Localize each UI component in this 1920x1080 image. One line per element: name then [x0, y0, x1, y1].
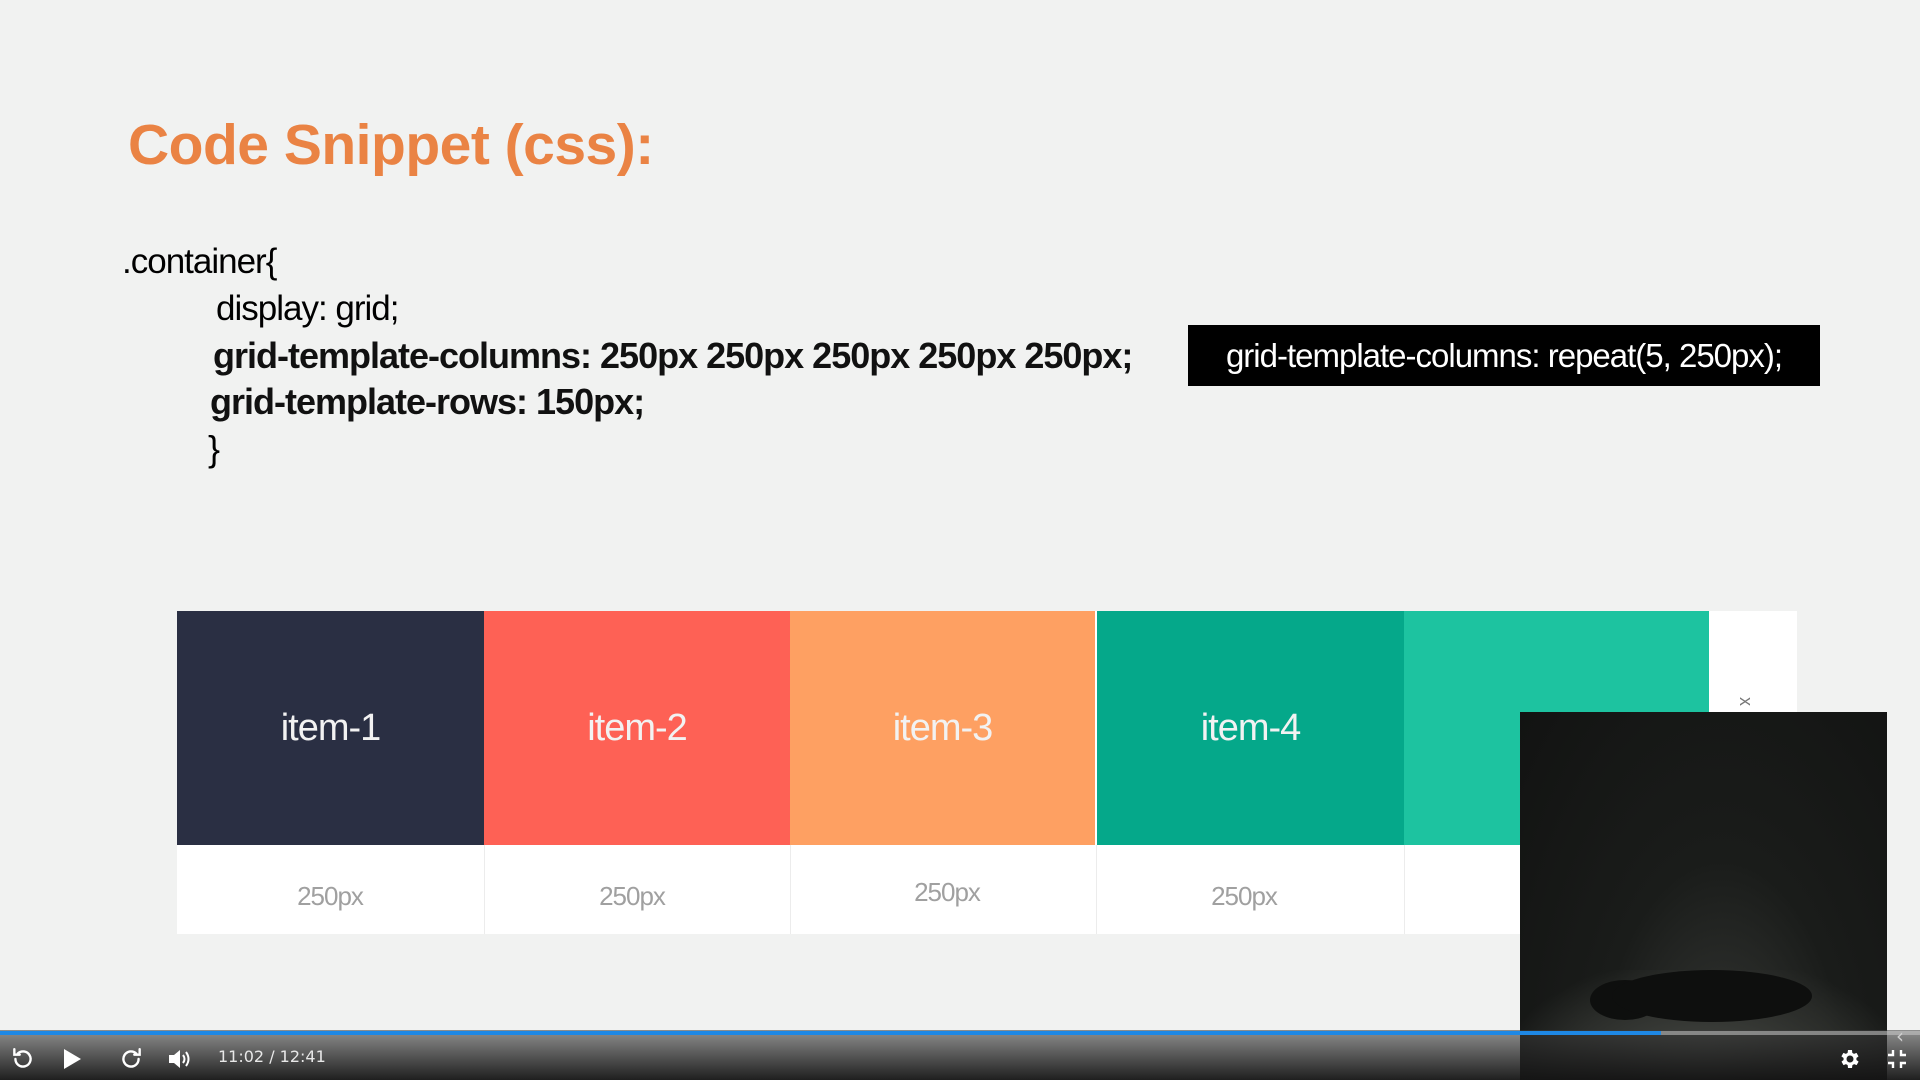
side-mark: x — [1736, 697, 1756, 706]
grid-size-label: 250px — [599, 881, 666, 911]
code-line: .container{ — [122, 242, 277, 281]
replay-icon[interactable] — [8, 1044, 38, 1074]
grid-size-label: 250px — [297, 881, 364, 911]
forward-icon[interactable] — [116, 1044, 146, 1074]
exit-fullscreen-icon[interactable] — [1882, 1044, 1912, 1074]
play-icon[interactable] — [57, 1044, 87, 1074]
callout-box: grid-template-columns: repeat(5, 250px); — [1188, 325, 1820, 386]
gear-icon[interactable] — [1834, 1044, 1864, 1074]
webcam-blur — [1612, 970, 1812, 1022]
slide: Code Snippet (css): .container{ display:… — [0, 0, 1920, 1080]
grid-size-label: 250px — [914, 877, 981, 907]
slide-title: Code Snippet (css): — [128, 113, 654, 177]
code-line: grid-template-rows: 150px; — [210, 381, 645, 422]
grid-size-label: 250px — [1211, 881, 1278, 911]
grid-item: item-3 — [790, 611, 1095, 845]
divider — [790, 845, 791, 934]
grid-item: item-1 — [177, 611, 484, 845]
volume-icon[interactable] — [165, 1044, 195, 1074]
code-line: } — [208, 428, 220, 469]
divider — [1404, 845, 1405, 934]
code-line: display: grid; — [216, 289, 399, 328]
time-display: 11:02 / 12:41 — [218, 1047, 326, 1066]
grid-item: item-4 — [1097, 611, 1404, 845]
code-line: grid-template-columns: 250px 250px 250px… — [213, 335, 1133, 376]
webcam-overlay — [1520, 712, 1887, 1080]
grid-item: item-2 — [484, 611, 790, 845]
progress-fill — [0, 1031, 1661, 1035]
